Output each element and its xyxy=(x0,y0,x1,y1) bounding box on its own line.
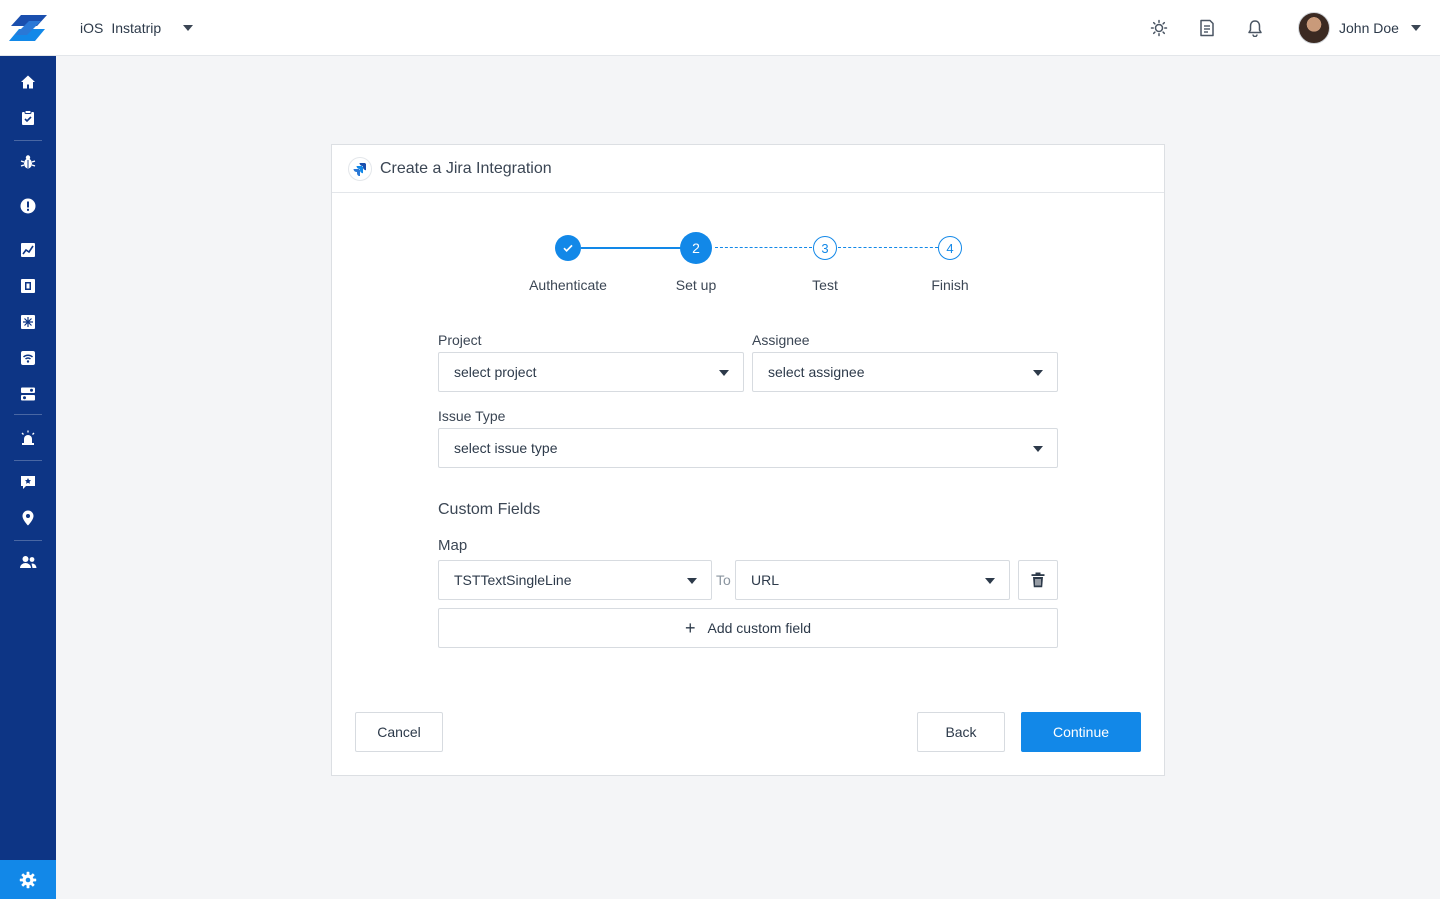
notifications-button[interactable] xyxy=(1243,16,1267,40)
map-to-label: To xyxy=(716,572,731,588)
chevron-down-icon xyxy=(687,578,697,584)
map-to-value: URL xyxy=(751,572,780,588)
plus-icon: + xyxy=(684,618,696,638)
platform-label: iOS xyxy=(80,20,104,36)
chevron-down-icon xyxy=(183,25,194,31)
issue-type-label: Issue Type xyxy=(438,408,506,424)
gear-icon xyxy=(19,871,37,888)
wifi-icon xyxy=(21,351,35,365)
toggle-list-icon xyxy=(21,387,35,401)
top-bar: iOS Instatrip John Doe xyxy=(0,0,1440,56)
chevron-down-icon xyxy=(1033,370,1043,376)
docs-button[interactable] xyxy=(1195,16,1219,40)
user-name: John Doe xyxy=(1339,20,1399,36)
sidebar-item-surveys[interactable] xyxy=(0,376,56,412)
custom-fields-title: Custom Fields xyxy=(438,501,541,518)
grid-icon xyxy=(21,315,35,329)
card-header: Create a Jira Integration xyxy=(332,145,1164,193)
alert-circle-icon xyxy=(20,198,36,214)
sidebar-divider xyxy=(14,414,42,415)
sidebar-divider xyxy=(14,140,42,141)
sun-icon xyxy=(1150,19,1168,37)
avatar xyxy=(1298,12,1330,44)
sidebar-divider xyxy=(14,460,42,461)
logo-icon xyxy=(9,15,47,41)
step-4-circle: 4 xyxy=(938,236,962,260)
chevron-down-icon xyxy=(719,370,729,376)
delete-mapping-button[interactable] xyxy=(1018,560,1058,600)
sidebar-divider xyxy=(14,540,42,541)
sidebar-item-home[interactable] xyxy=(0,64,56,100)
step-connector xyxy=(581,247,681,249)
sidebar-item-team[interactable] xyxy=(0,544,56,580)
home-icon xyxy=(21,75,35,89)
check-icon xyxy=(563,244,573,253)
project-select-value: select project xyxy=(454,364,537,380)
map-from-select[interactable]: TSTTextSingleLine xyxy=(438,560,712,600)
chart-icon xyxy=(21,243,35,257)
bell-icon xyxy=(1248,20,1262,37)
sidebar-item-bugs[interactable] xyxy=(0,144,56,180)
sidebar-item-apm[interactable] xyxy=(0,304,56,340)
issue-type-select[interactable]: select issue type xyxy=(438,428,1058,468)
map-from-value: TSTTextSingleLine xyxy=(454,572,572,588)
assignee-label: Assignee xyxy=(752,332,810,348)
step-connector xyxy=(838,247,938,248)
sidebar-item-settings[interactable] xyxy=(0,860,56,899)
sidebar-item-performance[interactable] xyxy=(0,232,56,268)
step-1-label: Authenticate xyxy=(529,277,607,293)
users-icon xyxy=(20,556,37,568)
step-connector xyxy=(715,247,812,248)
step-4-label: Finish xyxy=(931,277,969,293)
sidebar-item-network[interactable] xyxy=(0,340,56,376)
message-star-icon xyxy=(21,476,35,489)
assignee-select-value: select assignee xyxy=(768,364,865,380)
continue-button[interactable]: Continue xyxy=(1021,712,1141,752)
chevron-down-icon xyxy=(985,578,995,584)
sidebar-item-sessions[interactable] xyxy=(0,268,56,304)
map-pin-icon xyxy=(22,510,34,526)
clipboard-icon xyxy=(22,110,34,125)
sidebar-item-reports[interactable] xyxy=(0,100,56,136)
add-custom-field-button[interactable]: + Add custom field xyxy=(438,608,1058,648)
step-3-label: Test xyxy=(812,277,838,293)
project-label: Project xyxy=(438,332,482,348)
trash-icon xyxy=(1031,572,1045,588)
bug-icon xyxy=(20,155,36,169)
screen-icon xyxy=(21,279,35,293)
back-button[interactable]: Back xyxy=(917,712,1005,752)
sidebar-item-roadmap[interactable] xyxy=(0,500,56,536)
add-custom-field-label: Add custom field xyxy=(707,620,812,636)
card-title: Create a Jira Integration xyxy=(380,159,552,177)
app-name: Instatrip xyxy=(111,20,162,36)
siren-icon xyxy=(21,430,35,445)
step-2-circle: 2 xyxy=(680,232,712,264)
app-switcher[interactable]: iOS Instatrip xyxy=(80,18,194,38)
issue-type-select-value: select issue type xyxy=(454,440,558,456)
cancel-button[interactable]: Cancel xyxy=(355,712,443,752)
user-menu[interactable]: John Doe xyxy=(1298,12,1421,44)
step-3-circle: 3 xyxy=(813,236,837,260)
chevron-down-icon xyxy=(1033,446,1043,452)
sidebar-item-alerts[interactable] xyxy=(0,420,56,456)
step-1-circle xyxy=(555,235,581,261)
project-select[interactable]: select project xyxy=(438,352,744,392)
map-label: Map xyxy=(438,537,468,554)
document-icon xyxy=(1200,19,1214,37)
assignee-select[interactable]: select assignee xyxy=(752,352,1058,392)
chevron-down-icon xyxy=(1410,25,1421,31)
sidebar xyxy=(0,56,56,899)
map-to-select[interactable]: URL xyxy=(735,560,1010,600)
jira-logo xyxy=(348,156,372,181)
step-2-label: Set up xyxy=(675,277,717,293)
sidebar-item-feature-requests[interactable] xyxy=(0,464,56,500)
theme-toggle-button[interactable] xyxy=(1147,16,1171,40)
sidebar-item-crashes[interactable] xyxy=(0,188,56,224)
jira-icon xyxy=(353,162,366,176)
logo[interactable] xyxy=(0,0,56,56)
jira-integration-card: Create a Jira Integration 2 3 4 Authenti… xyxy=(331,144,1165,776)
